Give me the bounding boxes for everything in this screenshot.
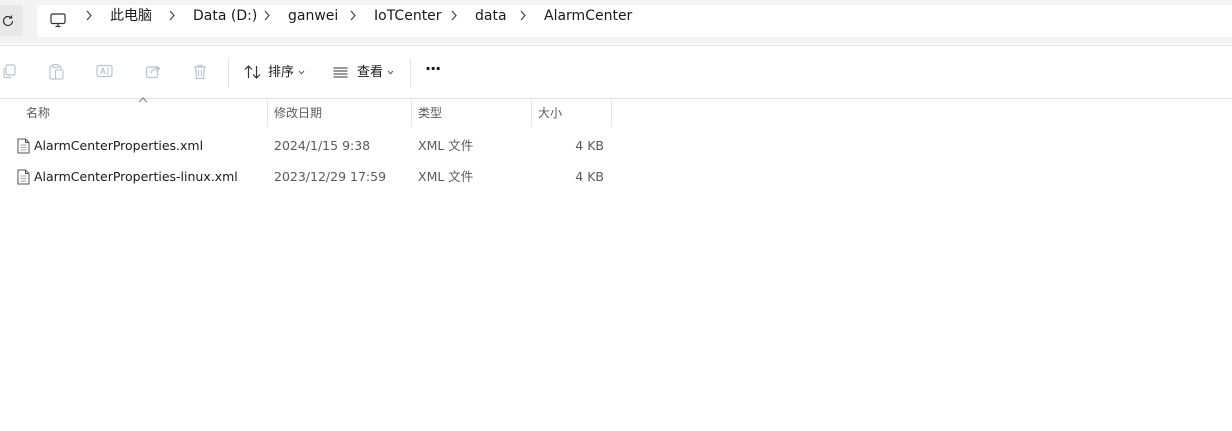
file-size: 4 KB [575,169,604,184]
column-header-row: 名称 修改日期 类型 大小 [0,100,612,127]
column-divider[interactable] [531,100,532,127]
sort-label: 排序 [268,65,295,80]
breadcrumb-data-drive[interactable]: Data (D:) [193,7,257,25]
file-row[interactable]: AlarmCenterProperties.xml 2024/1/15 9:38… [8,131,612,161]
column-header-date[interactable]: 修改日期 [274,100,322,127]
file-date: 2023/12/29 17:59 [274,169,387,184]
breadcrumb-iotcenter[interactable]: IoTCenter [374,7,442,25]
column-divider[interactable] [411,100,412,127]
column-header-name[interactable]: 名称 [26,100,50,127]
paste-icon[interactable] [48,63,65,80]
file-row[interactable]: AlarmCenterProperties-linux.xml 2023/12/… [8,162,612,192]
file-type: XML 文件 [418,138,474,153]
breadcrumb-ganwei[interactable]: ganwei [288,7,338,25]
column-header-size[interactable]: 大小 [538,100,562,127]
share-icon[interactable] [145,63,162,79]
chevron-right-icon[interactable] [450,10,458,21]
this-pc-icon[interactable] [50,13,66,28]
file-name: AlarmCenterProperties-linux.xml [34,169,238,184]
chevron-right-icon[interactable] [349,10,357,21]
rename-icon[interactable] [96,63,113,79]
toolbar-divider [228,58,229,88]
toolbar-divider [410,58,411,88]
chevron-right-icon[interactable] [168,10,176,21]
view-label: 查看 [357,65,384,80]
column-divider[interactable] [611,100,612,127]
file-name: AlarmCenterProperties.xml [34,138,204,153]
file-date: 2024/1/15 9:38 [274,138,371,153]
refresh-button[interactable] [0,5,23,36]
column-header-type[interactable]: 类型 [418,100,442,127]
chevron-right-icon[interactable] [519,10,527,21]
file-list-empty-area[interactable] [0,195,1232,431]
column-divider[interactable] [267,100,268,127]
sort-icon [244,65,261,79]
xml-file-icon [17,138,30,154]
xml-file-icon [17,169,30,185]
breadcrumb-this-pc[interactable]: 此电脑 [110,7,152,25]
refresh-icon [2,14,13,26]
more-options-button[interactable]: ··· [425,60,441,77]
file-size: 4 KB [575,138,604,153]
chevron-down-icon [387,70,394,75]
view-list-icon [333,67,348,78]
delete-icon[interactable] [192,63,208,80]
chevron-right-icon[interactable] [85,10,93,21]
command-bar: 排序 查看 ··· [0,45,1232,99]
chevron-right-icon[interactable] [263,10,271,21]
file-type: XML 文件 [418,169,474,184]
chevron-down-icon [298,70,305,75]
copy-icon[interactable] [1,63,17,79]
breadcrumb-data[interactable]: data [475,7,507,25]
breadcrumb-alarmcenter[interactable]: AlarmCenter [544,7,632,25]
